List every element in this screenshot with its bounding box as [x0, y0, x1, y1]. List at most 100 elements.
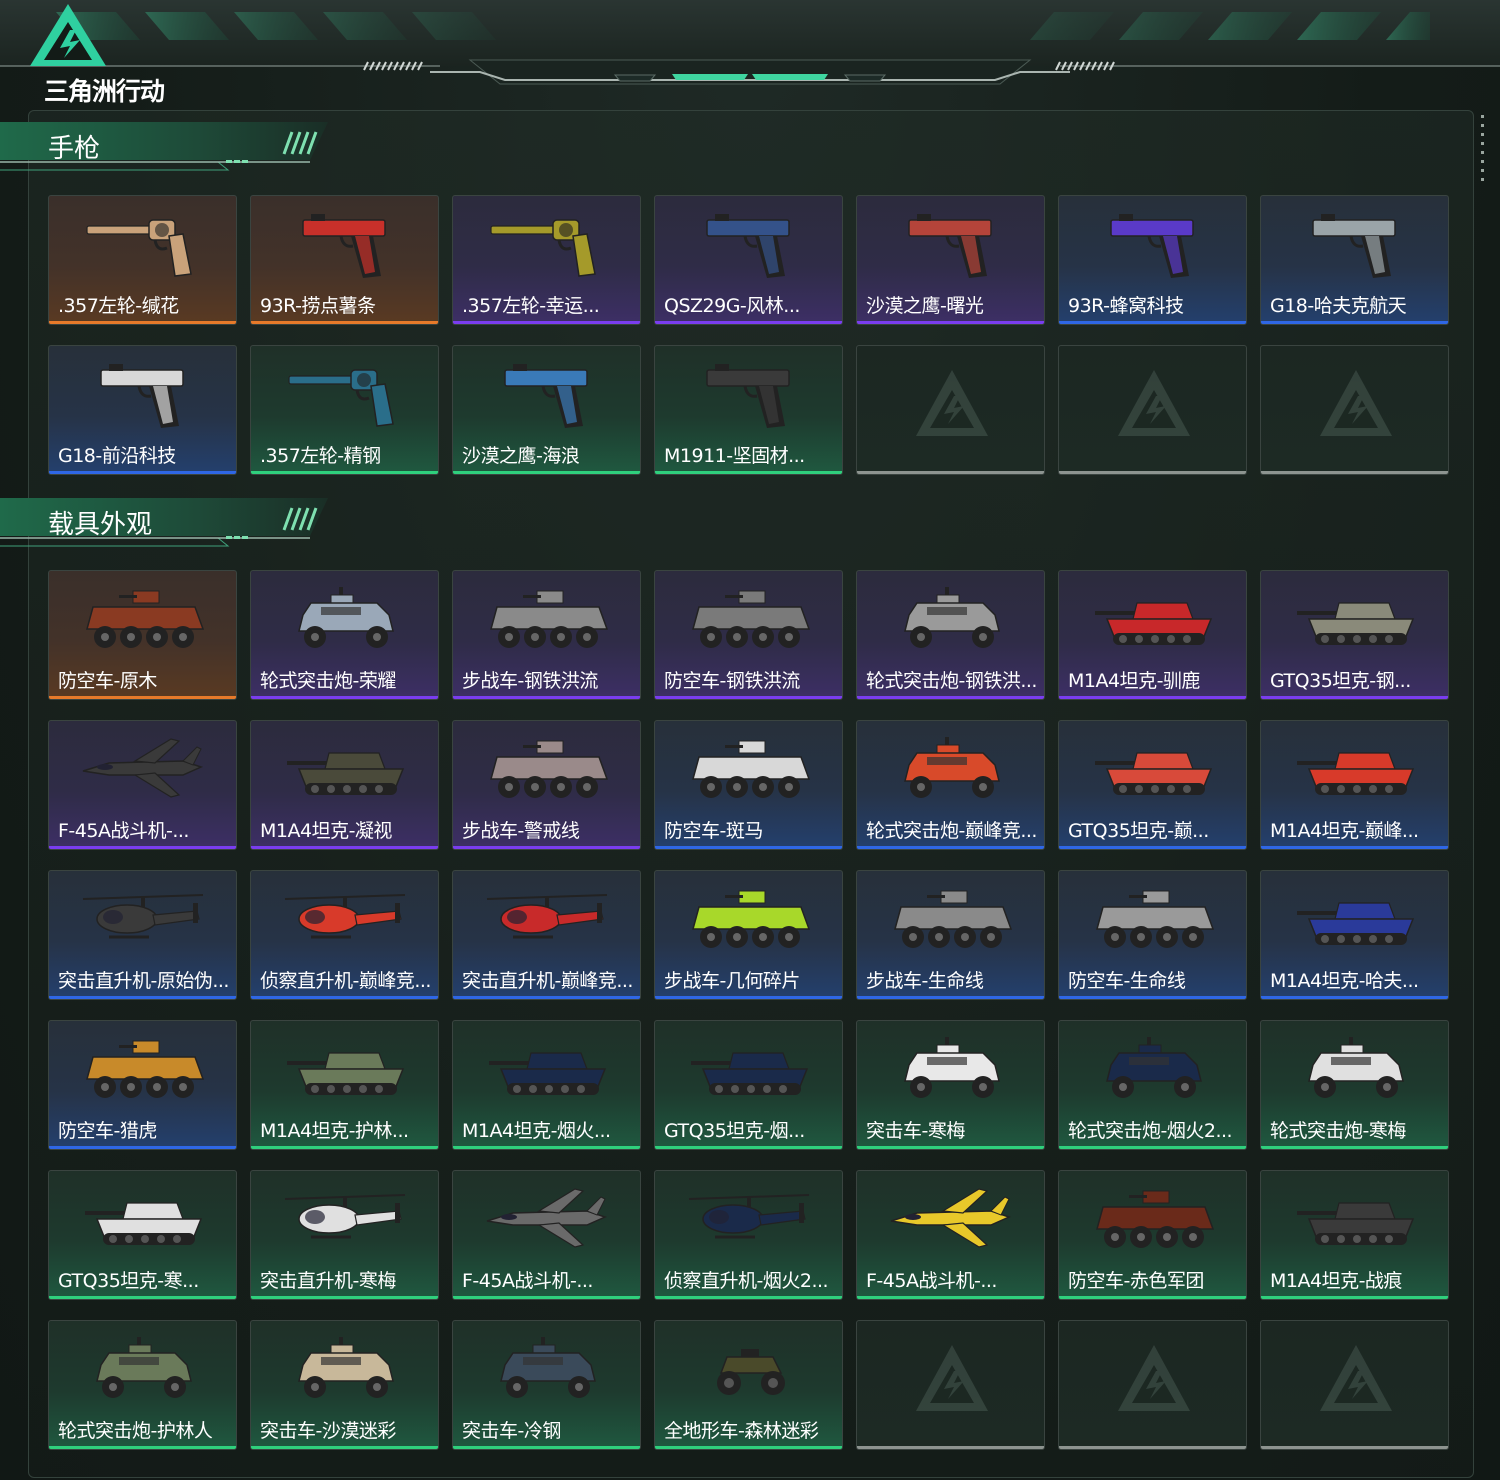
skin-card[interactable]: 沙漠之鹰-海浪	[452, 345, 641, 475]
vehicle-thumbnail-icon	[500, 1337, 596, 1398]
skin-card[interactable]: .357左轮-缄花	[48, 195, 237, 325]
pistol-thumbnail-icon	[100, 364, 184, 428]
rarity-bar	[857, 1146, 1044, 1149]
scroll-indicator[interactable]	[1481, 115, 1485, 185]
rarity-bar	[251, 471, 438, 474]
skin-card[interactable]: 轮式突击炮-护林人	[48, 1320, 237, 1450]
skin-card-label: 轮式突击炮-烟火2...	[1068, 1120, 1233, 1142]
rarity-bar	[1261, 696, 1448, 699]
skin-card[interactable]: G18-前沿科技	[48, 345, 237, 475]
skin-card-label: 防空车-猎虎	[58, 1120, 157, 1142]
skin-card-label: M1A4坦克-战痕	[1270, 1270, 1402, 1292]
skin-card[interactable]: 步战车-警戒线	[452, 720, 641, 850]
skin-card[interactable]: M1A4坦克-战痕	[1260, 1170, 1449, 1300]
skin-card[interactable]: 轮式突击炮-烟火2...	[1058, 1020, 1247, 1150]
skin-card-label: G18-前沿科技	[58, 445, 176, 467]
empty-slot	[856, 1320, 1045, 1450]
skin-card[interactable]: 防空车-赤色军团	[1058, 1170, 1247, 1300]
skin-card[interactable]: 沙漠之鹰-曙光	[856, 195, 1045, 325]
skin-card[interactable]: GTQ35坦克-巅...	[1058, 720, 1247, 850]
skin-card[interactable]: F-45A战斗机-...	[452, 1170, 641, 1300]
skin-card[interactable]: 轮式突击炮-荣耀	[250, 570, 439, 700]
tank-thumbnail-icon	[287, 752, 405, 795]
vehicle-thumbnail-icon	[96, 1337, 192, 1398]
skin-card[interactable]: 步战车-生命线	[856, 870, 1045, 1000]
skin-card[interactable]: 突击直升机-原始伪...	[48, 870, 237, 1000]
section-header-vehicles: 载具外观	[0, 494, 340, 554]
skin-card-label: 轮式突击炮-巅峰竞...	[866, 820, 1037, 842]
skin-card[interactable]: 全地形车-森林迷彩	[654, 1320, 843, 1450]
skin-card-label: 防空车-原木	[58, 670, 157, 692]
skin-card-label: 轮式突击炮-钢铁洪...	[866, 670, 1037, 692]
skin-card[interactable]: 突击车-冷钢	[452, 1320, 641, 1450]
skin-card[interactable]: M1A4坦克-护林...	[250, 1020, 439, 1150]
skin-card-label: 突击直升机-原始伪...	[58, 970, 229, 992]
skin-card[interactable]: 防空车-钢铁洪流	[654, 570, 843, 700]
jet-thumbnail-icon	[890, 1188, 1012, 1248]
skin-card[interactable]: 轮式突击炮-巅峰竞...	[856, 720, 1045, 850]
rarity-bar	[49, 846, 236, 849]
skin-card[interactable]: 93R-蜂窝科技	[1058, 195, 1247, 325]
skin-card-label: 突击车-寒梅	[866, 1120, 965, 1142]
skin-card[interactable]: 轮式突击炮-钢铁洪...	[856, 570, 1045, 700]
skin-card-label: 突击直升机-巅峰竞...	[462, 970, 633, 992]
rarity-bar	[1059, 696, 1246, 699]
skin-card-label: .357左轮-缄花	[58, 295, 179, 317]
skin-card[interactable]: M1A4坦克-凝视	[250, 720, 439, 850]
skin-card-label: 沙漠之鹰-曙光	[866, 295, 984, 317]
skin-card[interactable]: F-45A战斗机-...	[856, 1170, 1045, 1300]
skin-card[interactable]: M1A4坦克-巅峰...	[1260, 720, 1449, 850]
helicopter-thumbnail-icon	[82, 894, 204, 939]
skin-card-label: M1A4坦克-哈夫...	[1270, 970, 1419, 992]
skin-card[interactable]: GTQ35坦克-烟...	[654, 1020, 843, 1150]
revolver-thumbnail-icon	[86, 219, 192, 277]
skin-card[interactable]: .357左轮-精钢	[250, 345, 439, 475]
pistol-thumbnail-icon	[302, 214, 386, 278]
skin-card-label: F-45A战斗机-...	[58, 820, 189, 842]
section-header-pistols: 手枪	[0, 118, 340, 178]
skin-card[interactable]: QSZ29G-风林...	[654, 195, 843, 325]
helicopter-thumbnail-icon	[284, 894, 406, 939]
skin-card[interactable]: 轮式突击炮-寒梅	[1260, 1020, 1449, 1150]
skin-card[interactable]: G18-哈夫克航天	[1260, 195, 1449, 325]
skin-card[interactable]: M1A4坦克-哈夫...	[1260, 870, 1449, 1000]
apc-thumbnail-icon	[490, 740, 609, 798]
skin-card[interactable]: 防空车-斑马	[654, 720, 843, 850]
skin-card[interactable]: M1A4坦克-驯鹿	[1058, 570, 1247, 700]
rarity-bar	[453, 696, 640, 699]
rarity-bar	[453, 471, 640, 474]
skin-card[interactable]: 步战车-钢铁洪流	[452, 570, 641, 700]
vehicles-grid: 防空车-原木 轮式突击炮-荣耀 步战车-钢铁洪流 防空车-钢铁洪流 轮式突击炮-…	[48, 570, 1449, 1450]
rarity-bar	[49, 1296, 236, 1299]
skin-card[interactable]: 突击直升机-寒梅	[250, 1170, 439, 1300]
rarity-bar	[857, 996, 1044, 999]
skin-card[interactable]: 突击车-寒梅	[856, 1020, 1045, 1150]
skin-card[interactable]: 步战车-几何碎片	[654, 870, 843, 1000]
skin-card[interactable]: GTQ35坦克-钢...	[1260, 570, 1449, 700]
skin-card-label: 步战车-警戒线	[462, 820, 580, 842]
skin-card[interactable]: 侦察直升机-巅峰竞...	[250, 870, 439, 1000]
skin-card[interactable]: 侦察直升机-烟火2...	[654, 1170, 843, 1300]
skin-card[interactable]: F-45A战斗机-...	[48, 720, 237, 850]
skin-card[interactable]: M1A4坦克-烟火...	[452, 1020, 641, 1150]
pistol-thumbnail-icon	[706, 214, 790, 278]
rarity-bar	[1059, 1146, 1246, 1149]
empty-slot-logo-icon	[1320, 370, 1392, 436]
empty-slot	[856, 345, 1045, 475]
skin-card[interactable]: M1911-坚固材...	[654, 345, 843, 475]
skin-card-label: F-45A战斗机-...	[462, 1270, 593, 1292]
skin-card[interactable]: 93R-捞点薯条	[250, 195, 439, 325]
skin-card[interactable]: 突击直升机-巅峰竞...	[452, 870, 641, 1000]
skin-card[interactable]: 突击车-沙漠迷彩	[250, 1320, 439, 1450]
apc-thumbnail-icon	[1096, 890, 1215, 948]
skin-card[interactable]: 防空车-猎虎	[48, 1020, 237, 1150]
tank-thumbnail-icon	[1297, 602, 1415, 645]
tank-thumbnail-icon	[1297, 902, 1415, 945]
skin-card[interactable]: 防空车-原木	[48, 570, 237, 700]
rarity-bar	[251, 696, 438, 699]
skin-card-label: QSZ29G-风林...	[664, 295, 800, 317]
skin-card[interactable]: 防空车-生命线	[1058, 870, 1247, 1000]
skin-card-label: 防空车-斑马	[664, 820, 763, 842]
skin-card[interactable]: GTQ35坦克-寒...	[48, 1170, 237, 1300]
skin-card[interactable]: .357左轮-幸运...	[452, 195, 641, 325]
